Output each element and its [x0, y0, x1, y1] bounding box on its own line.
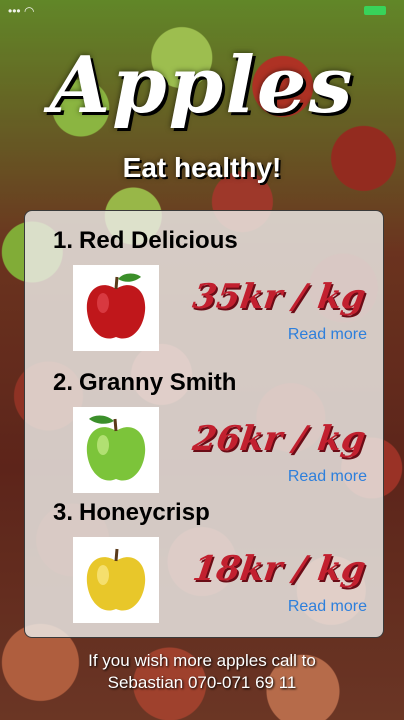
item-name: Honeycrisp — [79, 499, 210, 526]
apple-list-card: 1. Red Delicious 35kr / kg Read more 2. Gr… — [24, 210, 384, 638]
apple-name-heading: 1. Red Delicious — [53, 227, 238, 255]
item-number: 1. — [53, 227, 74, 254]
list-item: 3. Honeycrisp 18kr / kg Read more — [25, 483, 383, 623]
price-label: 26kr / kg — [190, 419, 369, 459]
price-label: 35kr / kg — [190, 277, 369, 317]
yellow-apple-image — [73, 537, 159, 623]
item-number: 3. — [53, 499, 74, 526]
signal-icon: ••• ◠ — [8, 4, 35, 18]
item-name: Granny Smith — [79, 369, 237, 396]
status-bar: ••• ◠ — [0, 0, 404, 22]
read-more-link[interactable]: Read more — [288, 598, 367, 616]
list-item: 2. Granny Smith 26kr / kg Read more — [25, 353, 383, 493]
page-subtitle: Eat healthy! — [122, 152, 282, 183]
read-more-link[interactable]: Read more — [288, 326, 367, 344]
page-title: Apples — [49, 40, 355, 131]
red-apple-image — [73, 265, 159, 351]
apple-name-heading: 2. Granny Smith — [53, 369, 236, 397]
list-item: 1. Red Delicious 35kr / kg Read more — [25, 211, 383, 351]
item-number: 2. — [53, 369, 74, 396]
footer-phone: Sebastian 070-071 69 11 — [107, 673, 297, 692]
item-name: Red Delicious — [79, 227, 238, 254]
green-apple-image — [73, 407, 159, 493]
contact-footer: If you wish more apples call to Sebastia… — [0, 650, 404, 694]
footer-line: If you wish more apples call to — [88, 651, 316, 670]
apple-name-heading: 3. Honeycrisp — [53, 499, 210, 527]
price-label: 18kr / kg — [190, 549, 369, 589]
battery-icon — [364, 6, 386, 15]
